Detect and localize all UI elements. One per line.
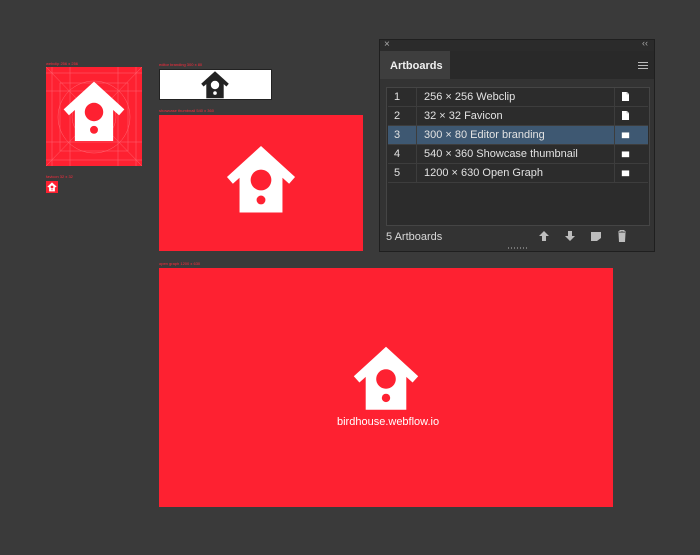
new-artboard-icon[interactable] xyxy=(589,229,603,243)
row-number: 2 xyxy=(394,110,401,122)
artboards-panel: × ‹‹ Artboards 1 256 × 256 Webclip 2 32 … xyxy=(379,38,655,252)
row-name: 256 × 256 Webclip xyxy=(424,91,516,103)
artboard-favicon[interactable] xyxy=(46,181,58,193)
birdhouse-icon-dark xyxy=(199,70,231,100)
artboard-label-showcase: showcase thumbnail 540 x 360 xyxy=(159,108,214,113)
panel-tab-row: Artboards xyxy=(380,51,654,79)
artboard-open-graph[interactable]: birdhouse.webflow.io xyxy=(159,268,613,507)
artboard-options-icon[interactable] xyxy=(621,110,630,121)
row-name: 300 × 80 Editor branding xyxy=(424,129,545,141)
birdhouse-icon xyxy=(61,79,127,145)
artboard-showcase-thumbnail[interactable] xyxy=(159,115,363,251)
artboard-options-icon[interactable] xyxy=(621,167,630,178)
row-number: 5 xyxy=(394,167,401,179)
row-number: 1 xyxy=(394,91,401,103)
artboard-label-editor-branding: editor branding 300 x 80 xyxy=(159,62,203,67)
artboard-row[interactable]: 4 540 × 360 Showcase thumbnail xyxy=(388,145,648,164)
artboard-row-selected[interactable]: 3 300 × 80 Editor branding xyxy=(388,126,648,145)
row-name: 540 × 360 Showcase thumbnail xyxy=(424,148,578,160)
artboard-row[interactable]: 5 1200 × 630 Open Graph xyxy=(388,164,648,183)
artboard-list: 1 256 × 256 Webclip 2 32 × 32 Favicon 3 … xyxy=(386,87,650,226)
artboard-options-icon[interactable] xyxy=(621,129,630,140)
artboard-label-webclip: webclip 256 x 256 xyxy=(46,61,79,66)
tab-artboards[interactable]: Artboards xyxy=(380,51,450,79)
trash-icon[interactable] xyxy=(615,229,629,243)
artboard-editor-branding[interactable] xyxy=(159,69,272,100)
artboard-options-icon[interactable] xyxy=(621,91,630,102)
birdhouse-icon xyxy=(47,182,57,192)
artboard-options-icon[interactable] xyxy=(621,148,630,159)
close-icon[interactable]: × xyxy=(384,39,390,50)
artboard-webclip[interactable] xyxy=(46,67,142,166)
hamburger-menu-icon[interactable] xyxy=(638,62,648,71)
artboard-count: 5 Artboards xyxy=(386,231,443,243)
collapse-icon[interactable]: ‹‹ xyxy=(642,38,648,48)
artboard-row[interactable]: 1 256 × 256 Webclip xyxy=(388,88,648,107)
artboard-label-open-graph: open graph 1200 x 630 xyxy=(159,261,201,266)
artboard-label-favicon: favicon 32 x 32 xyxy=(46,174,73,179)
open-graph-caption: birdhouse.webflow.io xyxy=(337,416,440,428)
row-name: 1200 × 630 Open Graph xyxy=(424,167,543,179)
row-number: 3 xyxy=(394,129,401,141)
move-down-arrow-icon[interactable] xyxy=(563,229,577,243)
birdhouse-icon xyxy=(224,143,298,217)
birdhouse-icon xyxy=(351,344,421,414)
resize-grip[interactable] xyxy=(508,246,528,250)
row-name: 32 × 32 Favicon xyxy=(424,110,503,122)
artboard-row[interactable]: 2 32 × 32 Favicon xyxy=(388,107,648,126)
panel-title-bar: × ‹‹ xyxy=(380,38,654,51)
move-up-arrow-icon[interactable] xyxy=(537,229,551,243)
row-number: 4 xyxy=(394,148,401,160)
